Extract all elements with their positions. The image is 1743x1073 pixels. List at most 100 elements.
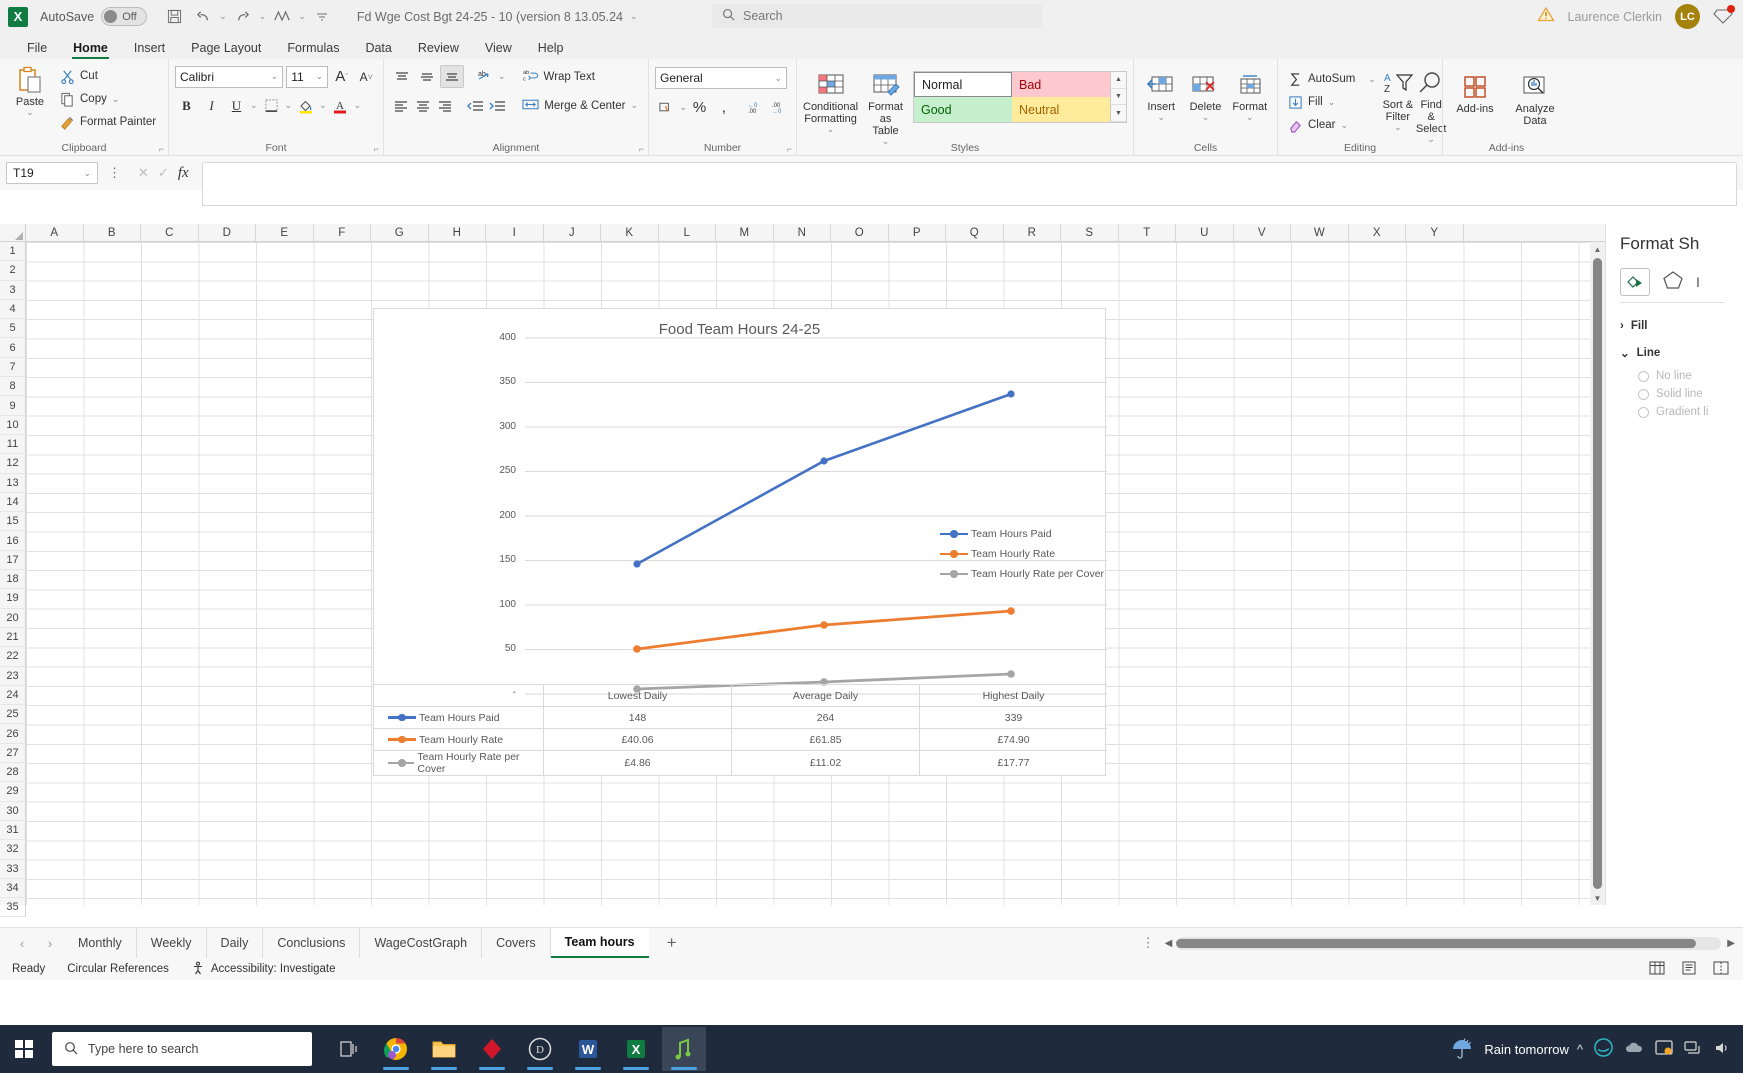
document-title[interactable]: Fd Wge Cost Bgt 24-25 - 10 (version 8 13…	[357, 10, 638, 24]
row-header-32[interactable]: 32	[0, 840, 26, 860]
column-header-E[interactable]: E	[256, 224, 314, 241]
style-bad[interactable]: Bad	[1012, 72, 1110, 97]
tab-view[interactable]: View	[472, 39, 525, 59]
accounting-dropdown-icon[interactable]: ⌄	[679, 102, 687, 113]
autodesk-icon[interactable]	[470, 1027, 514, 1071]
row-header-25[interactable]: 25	[0, 705, 26, 725]
scroll-up-icon[interactable]: ▲	[1594, 242, 1602, 256]
column-header-T[interactable]: T	[1118, 224, 1176, 241]
column-header-A[interactable]: A	[26, 224, 84, 241]
row-header-5[interactable]: 5	[0, 319, 26, 339]
chart-legend[interactable]: Team Hours Paid Team Hourly Rate Team Ho…	[940, 524, 1104, 584]
conditional-formatting-button[interactable]: Conditional Formatting ⌄	[803, 68, 858, 135]
horizontal-scrollbar[interactable]	[1176, 936, 1722, 950]
status-accessibility[interactable]: Accessibility: Investigate	[191, 961, 336, 978]
paste-dropdown-icon[interactable]: ⌄	[26, 107, 34, 118]
sheet-options-icon[interactable]: ⋮	[1142, 935, 1165, 951]
formula-bar-options-icon[interactable]: ⋮	[104, 165, 125, 181]
tab-page-layout[interactable]: Page Layout	[178, 39, 274, 59]
column-header-D[interactable]: D	[198, 224, 256, 241]
alignment-dialog-launcher-icon[interactable]: ⌐	[639, 144, 644, 154]
add-sheet-button[interactable]: +	[649, 933, 695, 953]
normal-view-icon[interactable]	[1649, 961, 1665, 978]
premium-diamond-icon[interactable]	[1713, 4, 1735, 27]
next-sheet-icon[interactable]: ›	[36, 936, 64, 951]
column-header-N[interactable]: N	[773, 224, 831, 241]
name-box-dropdown-icon[interactable]: ⌄	[83, 168, 91, 179]
dropbox-app-icon[interactable]: D	[518, 1027, 562, 1071]
column-header-W[interactable]: W	[1291, 224, 1349, 241]
bold-button[interactable]: B	[175, 94, 198, 117]
size-properties-tab-icon[interactable]: I	[1696, 274, 1700, 290]
hscroll-right-icon[interactable]: ▶	[1727, 938, 1743, 949]
legend-item-2[interactable]: Team Hourly Rate per Cover	[940, 564, 1104, 584]
fill-dropdown-icon[interactable]: ⌄	[1328, 97, 1336, 108]
format-dropdown-icon[interactable]: ⌄	[1246, 112, 1254, 123]
previous-sheet-icon[interactable]: ‹	[8, 936, 36, 951]
warning-icon[interactable]	[1536, 6, 1555, 27]
orientation-button[interactable]: ab	[473, 65, 497, 88]
row-header-3[interactable]: 3	[0, 280, 26, 300]
active-app-icon[interactable]	[662, 1027, 706, 1071]
undo-icon[interactable]	[190, 5, 216, 29]
row-header-8[interactable]: 8	[0, 377, 26, 397]
insert-function-icon[interactable]: fx	[178, 165, 189, 182]
merge-center-button[interactable]: Merge & Center ⌄	[518, 94, 642, 117]
excel-taskbar-icon[interactable]: X	[614, 1027, 658, 1071]
column-header-M[interactable]: M	[716, 224, 774, 241]
align-left-button[interactable]	[390, 94, 411, 117]
row-header-34[interactable]: 34	[0, 878, 26, 899]
borders-dropdown-icon[interactable]: ⌄	[285, 100, 293, 111]
row-header-18[interactable]: 18	[0, 570, 26, 590]
row-header-15[interactable]: 15	[0, 512, 26, 532]
orientation-dropdown-icon[interactable]: ⌄	[498, 71, 506, 82]
column-header-G[interactable]: G	[371, 224, 429, 241]
qat-more-dropdown-icon[interactable]: ⌄	[298, 11, 306, 22]
percent-style-button[interactable]: %	[688, 96, 711, 119]
cell-styles-scrollbar[interactable]: ▲ ▼ ▼	[1111, 71, 1127, 123]
column-header-L[interactable]: L	[658, 224, 716, 241]
row-header-19[interactable]: 19	[0, 589, 26, 609]
row-header-13[interactable]: 13	[0, 473, 26, 493]
row-header-27[interactable]: 27	[0, 743, 26, 764]
start-button[interactable]	[0, 1025, 48, 1073]
autosave-toggle[interactable]: Off	[101, 7, 148, 26]
decrease-indent-button[interactable]	[464, 94, 485, 117]
weather-widget[interactable]: Rain tomorrow	[1450, 1036, 1577, 1063]
row-header-14[interactable]: 14	[0, 492, 26, 513]
column-header-J[interactable]: J	[543, 224, 601, 241]
align-center-button[interactable]	[412, 94, 433, 117]
column-header-F[interactable]: F	[313, 224, 371, 241]
number-format-select[interactable]: General ⌄	[655, 67, 787, 89]
row-header-11[interactable]: 11	[0, 434, 26, 455]
column-header-V[interactable]: V	[1233, 224, 1291, 241]
save-icon[interactable]	[161, 5, 187, 29]
redo-dropdown-icon[interactable]: ⌄	[259, 11, 267, 22]
clipboard-dialog-launcher-icon[interactable]: ⌐	[159, 144, 164, 154]
font-name-dropdown-icon[interactable]: ⌄	[271, 71, 279, 82]
underline-dropdown-icon[interactable]: ⌄	[250, 100, 258, 111]
customize-qat-icon[interactable]	[309, 5, 335, 29]
tab-home[interactable]: Home	[60, 39, 121, 59]
row-header-31[interactable]: 31	[0, 820, 26, 841]
sheet-tab-monthly[interactable]: Monthly	[64, 927, 137, 959]
column-header-B[interactable]: B	[83, 224, 141, 241]
scroll-down-icon[interactable]: ▼	[1594, 891, 1602, 905]
page-layout-view-icon[interactable]	[1681, 961, 1697, 978]
legend-item-0[interactable]: Team Hours Paid	[940, 524, 1104, 544]
font-size-input[interactable]: 11 ⌄	[286, 65, 328, 88]
number-format-dropdown-icon[interactable]: ⌄	[774, 73, 782, 84]
horizontal-scroll-thumb[interactable]	[1176, 938, 1697, 948]
font-name-input[interactable]: Calibri ⌄	[175, 65, 284, 88]
align-middle-button[interactable]	[415, 65, 439, 88]
row-header-22[interactable]: 22	[0, 647, 26, 667]
row-header-30[interactable]: 30	[0, 801, 26, 821]
font-color-dropdown-icon[interactable]: ⌄	[354, 100, 362, 111]
sheet-tab-team-hours[interactable]: Team hours	[550, 927, 649, 959]
speaker-icon[interactable]	[1713, 1040, 1729, 1059]
row-header-24[interactable]: 24	[0, 685, 26, 706]
sheet-tab-covers[interactable]: Covers	[482, 927, 551, 959]
fill-color-button[interactable]	[294, 94, 317, 117]
row-header-9[interactable]: 9	[0, 396, 26, 416]
decrease-decimal-button[interactable]: .00 →0	[767, 96, 790, 119]
